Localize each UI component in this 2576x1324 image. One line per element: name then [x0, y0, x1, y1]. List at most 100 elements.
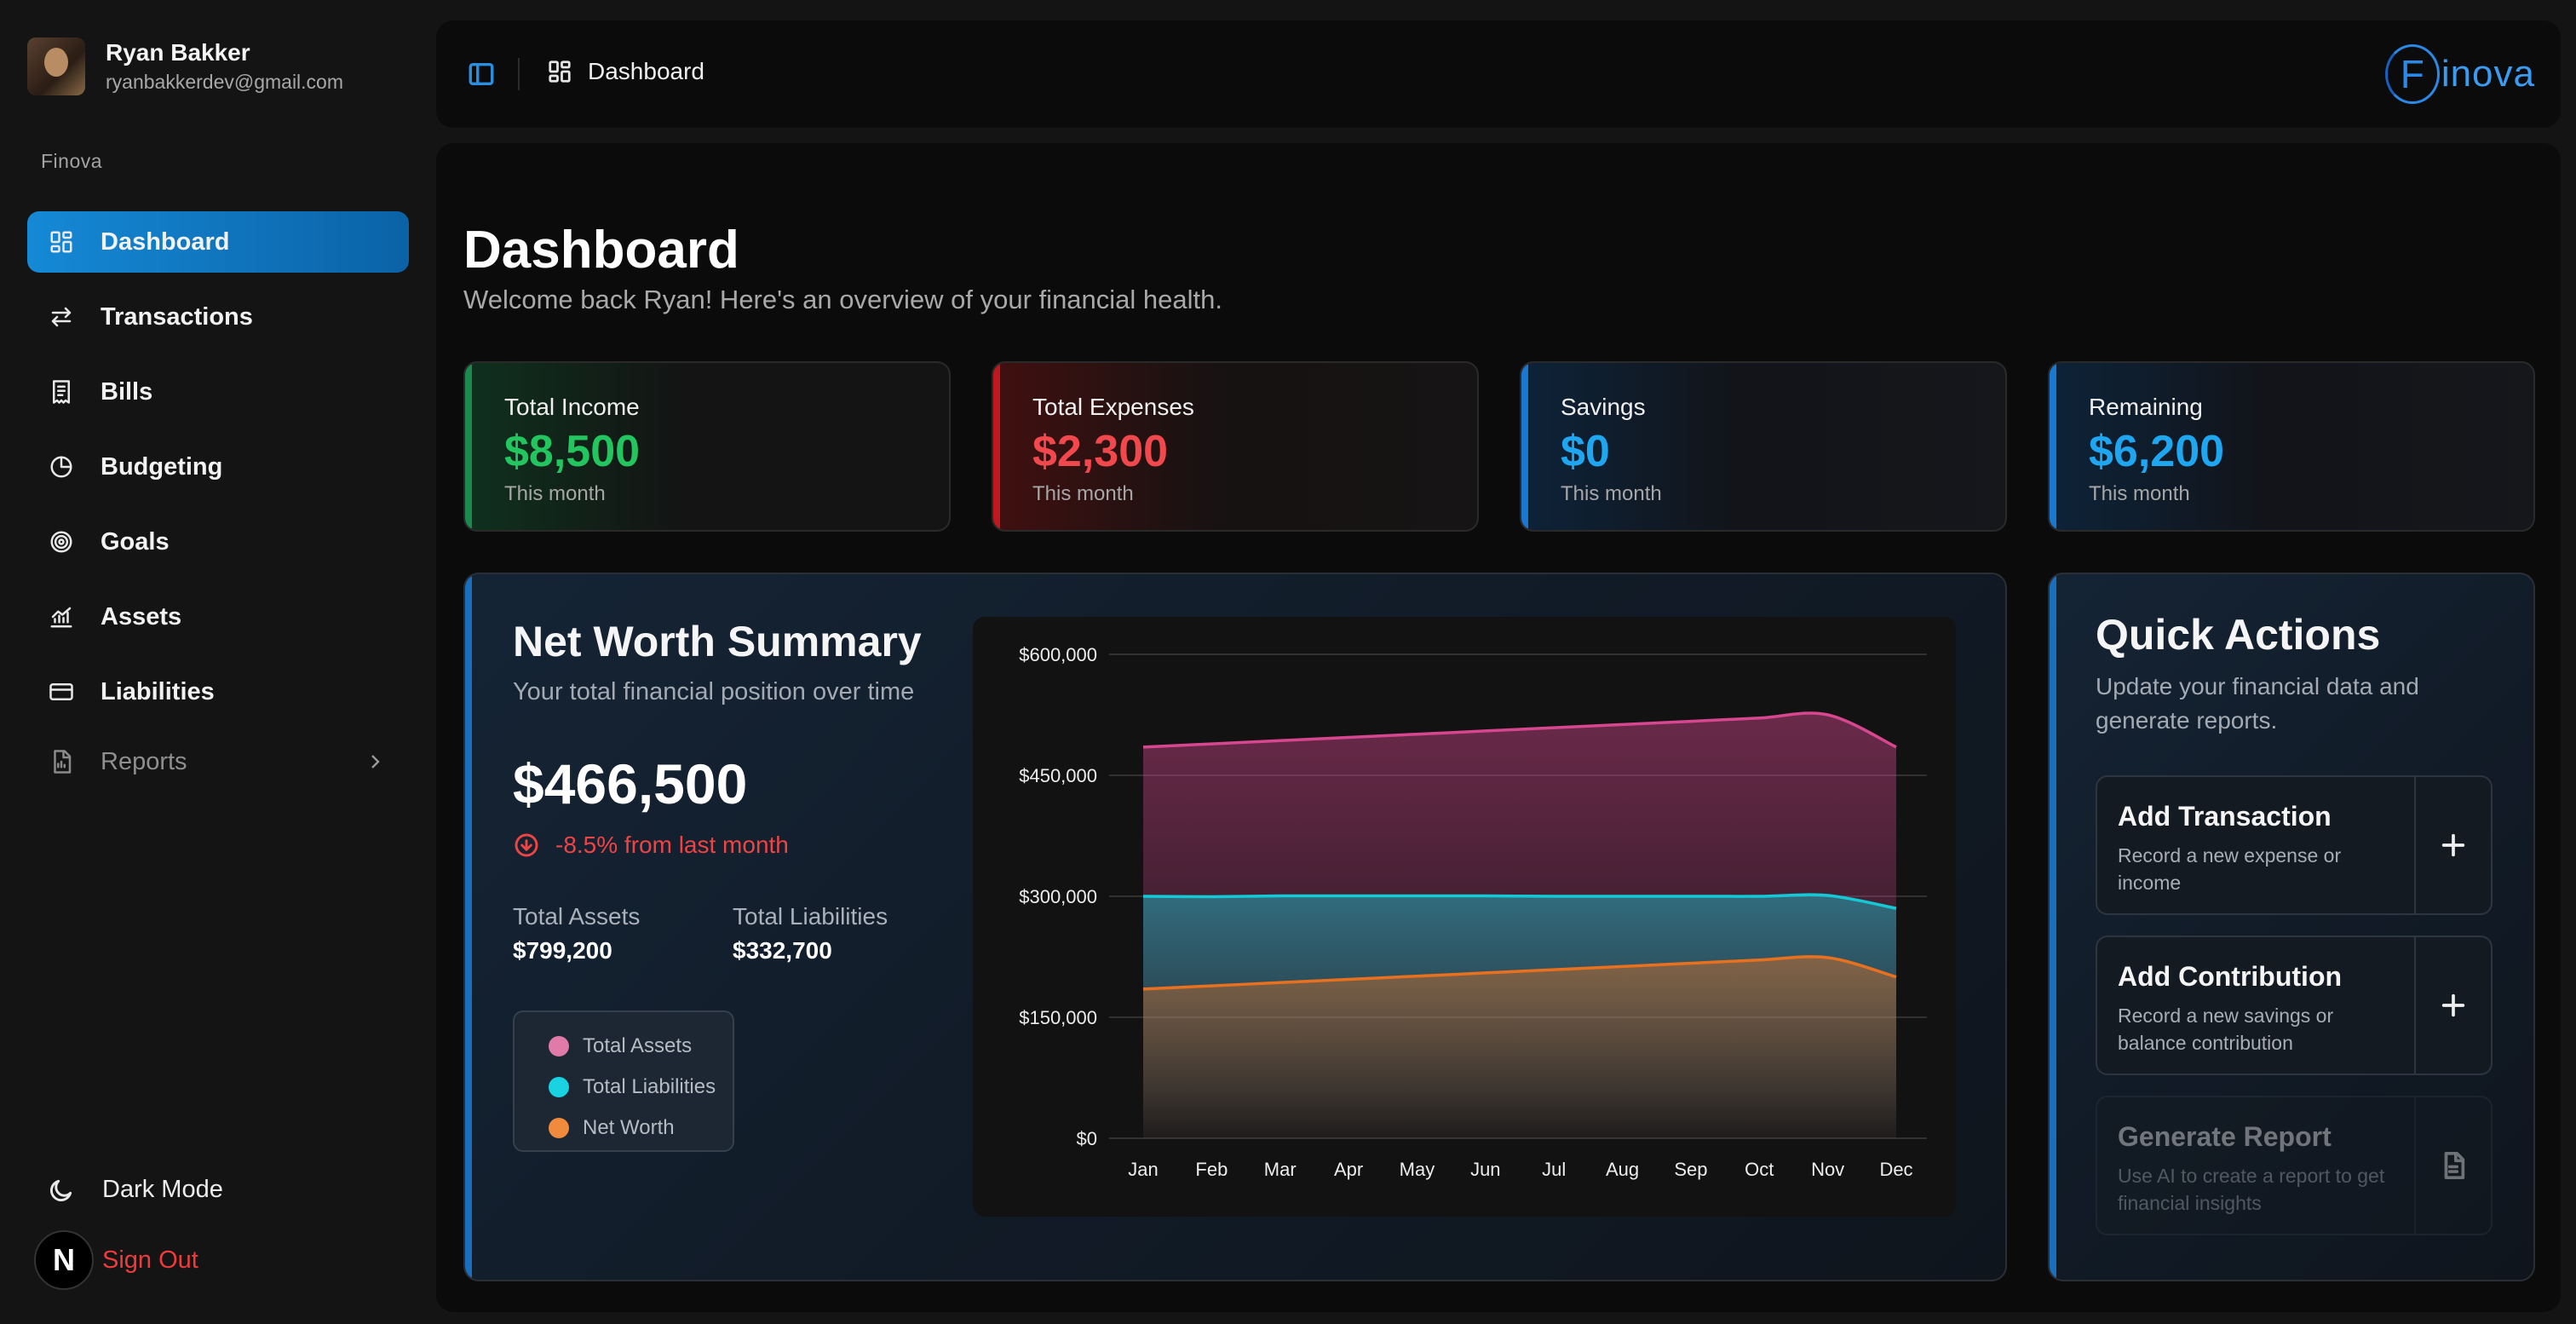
- logo-letter: F: [2384, 44, 2440, 104]
- chevron-right-icon[interactable]: [365, 751, 385, 772]
- x-tick-label: Aug: [1606, 1159, 1639, 1180]
- dashboard-icon: [549, 60, 571, 83]
- sign-out-label: Sign Out: [102, 1246, 198, 1274]
- sidebar-item-label: Reports: [101, 747, 187, 775]
- x-tick-label: Jan: [1128, 1159, 1158, 1180]
- y-tick-label: $150,000: [1019, 1007, 1097, 1028]
- sidebar-item-liabilities[interactable]: Liabilities: [27, 661, 409, 722]
- stat-label: Total Expenses: [1032, 394, 1194, 420]
- breadcrumb: Dashboard: [547, 58, 704, 85]
- user-name: Ryan Bakker: [106, 39, 250, 66]
- x-tick-label: Feb: [1195, 1159, 1228, 1180]
- dark-mode-label: Dark Mode: [102, 1176, 223, 1203]
- logo-text: inova: [2441, 53, 2535, 95]
- x-tick-label: Jul: [1542, 1159, 1566, 1180]
- legend-dot: [549, 1118, 569, 1138]
- plus-icon: [2441, 833, 2465, 857]
- document-icon: [2444, 1151, 2465, 1180]
- sidebar: Ryan Bakker ryanbakkerdev@gmail.com Fino…: [0, 0, 426, 1324]
- stat-note: This month: [1561, 482, 1662, 505]
- x-tick-label: Apr: [1334, 1159, 1363, 1180]
- add-contribution-button[interactable]: Add Contribution Record a new savings or…: [2096, 935, 2493, 1075]
- receipt-icon: [48, 378, 75, 406]
- y-tick-label: $300,000: [1019, 886, 1097, 907]
- add-transaction-button[interactable]: Add Transaction Record a new expense or …: [2096, 775, 2493, 915]
- x-tick-label: Mar: [1264, 1159, 1297, 1180]
- plus-icon: [2441, 993, 2465, 1017]
- y-tick-label: $0: [1077, 1128, 1097, 1149]
- action-description: Use AI to create a report to get financi…: [2118, 1165, 2385, 1214]
- net-worth-chart: $0 $150,000 $300,000 $450,000 $600,000 Jan Feb…: [973, 617, 1956, 1217]
- divider: [518, 58, 520, 90]
- sidebar-toggle-button[interactable]: [467, 60, 496, 89]
- n-badge: N: [34, 1230, 94, 1290]
- net-worth-change: -8.5% from last month: [513, 832, 789, 859]
- target-icon: [48, 528, 75, 556]
- sidebar-item-label: Assets: [101, 602, 182, 630]
- action-title: Add Contribution: [2118, 961, 2343, 992]
- stat-card-total-income: Total Income $8,500 This month: [463, 361, 951, 532]
- net-worth-title: Net Worth Summary: [513, 618, 922, 665]
- user-email: ryanbakkerdev@gmail.com: [106, 71, 344, 93]
- total-assets-value: $799,200: [513, 937, 612, 964]
- sidebar-item-label: Budgeting: [101, 452, 223, 481]
- quick-actions-subtitle: Update your financial data and generate …: [2096, 673, 2419, 734]
- stat-label: Savings: [1561, 394, 1646, 420]
- page-title: Dashboard: [463, 221, 739, 279]
- x-tick-label: Dec: [1879, 1159, 1912, 1180]
- plus-button[interactable]: [2414, 777, 2491, 913]
- net-worth-change-text: -8.5% from last month: [555, 832, 789, 858]
- legend-label: Total Liabilities: [583, 1075, 716, 1098]
- plus-button[interactable]: [2414, 937, 2491, 1074]
- chart-legend: Total Assets Total Liabilities Net Worth: [513, 1010, 734, 1152]
- stat-label: Remaining: [2089, 394, 2203, 420]
- action-description: Record a new savings or balance contribu…: [2118, 1005, 2334, 1054]
- sidebar-item-assets[interactable]: Assets: [27, 586, 409, 648]
- sidebar-item-dashboard[interactable]: Dashboard: [27, 211, 409, 273]
- stat-note: This month: [2089, 482, 2190, 505]
- y-tick-label: $450,000: [1019, 765, 1097, 786]
- stat-value: $2,300: [1032, 427, 1169, 476]
- sidebar-item-transactions[interactable]: Transactions: [27, 286, 409, 348]
- document-button[interactable]: [2414, 1097, 2491, 1234]
- dark-mode-toggle[interactable]: Dark Mode: [48, 1176, 223, 1204]
- net-worth-card: Net Worth Summary Your total financial p…: [463, 573, 2007, 1281]
- chart-svg: $0 $150,000 $300,000 $450,000 $600,000 Jan Feb…: [1019, 644, 1927, 1180]
- avatar: [27, 37, 85, 95]
- legend-label: Net Worth: [583, 1116, 675, 1139]
- pie-chart-icon: [48, 453, 75, 481]
- sidebar-nav: Dashboard Transactions Bills Budgeting G…: [27, 211, 409, 801]
- legend-item[interactable]: Total Assets: [535, 1026, 733, 1067]
- page-subtitle: Welcome back Ryan! Here's an overview of…: [463, 285, 1222, 314]
- stat-value: $8,500: [504, 427, 641, 476]
- generate-report-button[interactable]: Generate Report Use AI to create a repor…: [2096, 1096, 2493, 1235]
- report-icon: [48, 748, 75, 775]
- sidebar-item-label: Dashboard: [101, 227, 230, 256]
- sidebar-item-label: Transactions: [101, 302, 253, 331]
- main-panel: Dashboard Welcome back Ryan! Here's an o…: [436, 143, 2561, 1312]
- legend-item[interactable]: Total Liabilities: [535, 1067, 733, 1108]
- moon-icon: [49, 1179, 72, 1201]
- sidebar-item-budgeting[interactable]: Budgeting: [27, 436, 409, 498]
- sidebar-item-label: Bills: [101, 377, 153, 406]
- stat-card-remaining: Remaining $6,200 This month: [2048, 361, 2535, 532]
- legend-item[interactable]: Net Worth: [535, 1108, 733, 1148]
- action-title: Add Transaction: [2118, 801, 2332, 832]
- panel-left-icon: [469, 62, 494, 86]
- sidebar-item-reports[interactable]: Reports: [27, 736, 409, 787]
- user-profile[interactable]: Ryan Bakker ryanbakkerdev@gmail.com: [27, 37, 343, 95]
- total-liabilities-label: Total Liabilities: [733, 903, 888, 930]
- net-worth-value: $466,500: [513, 752, 748, 815]
- stat-note: This month: [1032, 482, 1134, 505]
- action-title: Generate Report: [2118, 1121, 2332, 1152]
- stat-label: Total Income: [504, 394, 640, 420]
- total-liabilities-value: $332,700: [733, 937, 832, 964]
- x-tick-label: May: [1400, 1159, 1435, 1180]
- sidebar-item-bills[interactable]: Bills: [27, 361, 409, 423]
- x-tick-label: Nov: [1811, 1159, 1844, 1180]
- x-tick-label: Sep: [1674, 1159, 1707, 1180]
- finova-logo: F inova: [2384, 44, 2535, 104]
- sign-out-button[interactable]: N Sign Out: [34, 1230, 198, 1290]
- sidebar-item-goals[interactable]: Goals: [27, 511, 409, 573]
- x-tick-label: Oct: [1745, 1159, 1774, 1180]
